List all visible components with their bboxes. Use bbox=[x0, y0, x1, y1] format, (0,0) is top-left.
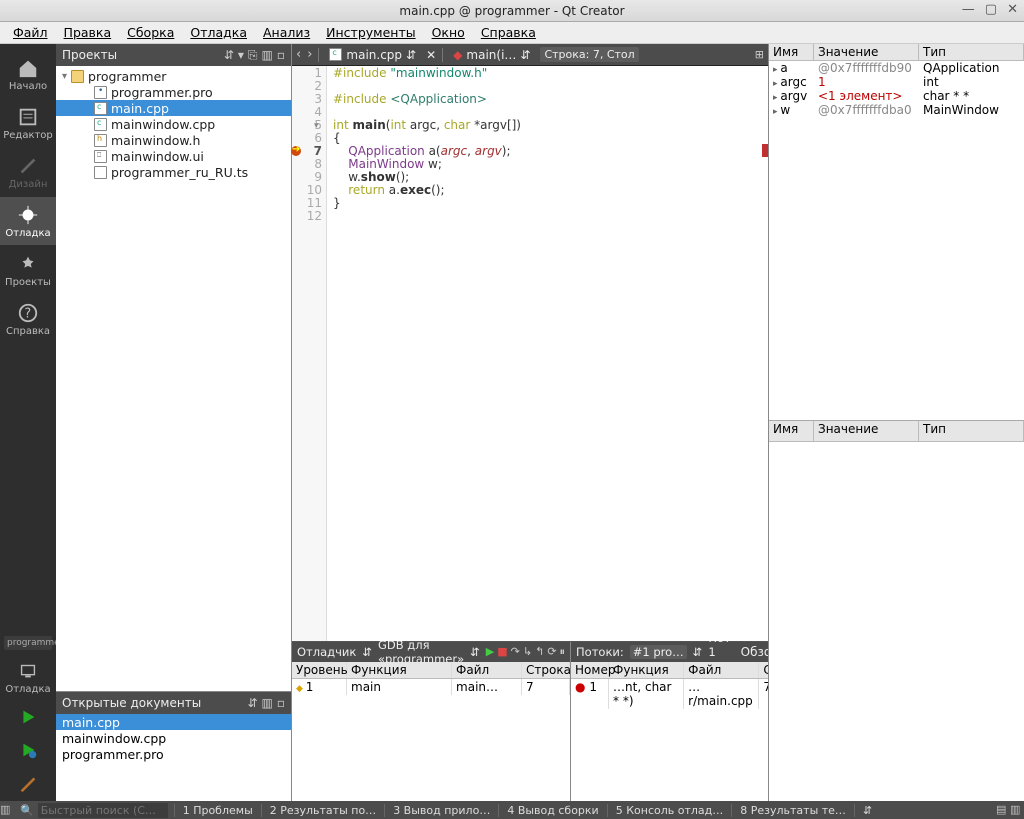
symbol-combo[interactable]: main(i… bbox=[466, 48, 516, 62]
mode-design: Дизайн bbox=[0, 148, 56, 196]
tree-item[interactable]: main.cpp bbox=[56, 100, 291, 116]
restart-icon[interactable]: ⟳ bbox=[547, 645, 556, 659]
mode-edit[interactable]: Редактор bbox=[0, 99, 56, 147]
tree-item[interactable]: mainwindow.ui bbox=[56, 148, 291, 164]
open-doc-item[interactable]: main.cpp bbox=[56, 714, 291, 730]
mode-debug[interactable]: Отладка bbox=[0, 197, 56, 245]
svg-text:?: ? bbox=[24, 307, 31, 322]
close-file-icon[interactable]: ✕ bbox=[426, 48, 436, 62]
stop-icon[interactable]: ■ bbox=[497, 645, 507, 659]
opendocs-title: Открытые документы bbox=[62, 696, 243, 710]
editor-filename[interactable]: main.cpp bbox=[346, 48, 402, 62]
build-button[interactable] bbox=[17, 768, 39, 800]
watch-header: ИмяЗначениеТип bbox=[769, 420, 1024, 442]
project-tree: ▾programmerprogrammer.promain.cppmainwin… bbox=[56, 66, 291, 691]
step-into-icon[interactable]: ↳ bbox=[523, 645, 532, 659]
status-test-results[interactable]: 8 Результаты те… bbox=[731, 804, 854, 817]
mode-help[interactable]: ?Справка bbox=[0, 295, 56, 343]
minimize-button[interactable]: — bbox=[962, 2, 975, 17]
debugger-label: Отладчик bbox=[297, 645, 356, 659]
status-build-output[interactable]: 4 Вывод сборки bbox=[498, 804, 606, 817]
status-problems[interactable]: 1 Проблемы bbox=[174, 804, 261, 817]
sidebar-toggle-icon[interactable]: ▥ bbox=[0, 803, 14, 817]
filter-icon[interactable]: ▾ bbox=[238, 48, 244, 62]
nav-back-icon[interactable]: ‹ bbox=[296, 47, 301, 62]
menu-analyze[interactable]: Анализ bbox=[256, 23, 317, 42]
sort-icon[interactable]: ⇵ bbox=[247, 696, 257, 710]
projects-title: Проекты bbox=[62, 48, 220, 62]
status-expand[interactable]: ⇵ bbox=[854, 804, 880, 817]
maximize-button[interactable]: ▢ bbox=[985, 2, 997, 17]
menu-bar: Файл Правка Сборка Отладка Анализ Инстру… bbox=[0, 22, 1024, 44]
locals-row[interactable]: w@0x7fffffffdba0MainWindow bbox=[769, 103, 1024, 117]
mode-welcome[interactable]: Начало bbox=[0, 50, 56, 98]
chevron-down-icon[interactable]: ⇵ bbox=[520, 48, 530, 62]
right-sidebar-icon[interactable]: ▥ bbox=[1010, 803, 1024, 817]
step-out-icon[interactable]: ↰ bbox=[535, 645, 544, 659]
menu-window[interactable]: Окно bbox=[425, 23, 472, 42]
menu-help[interactable]: Справка bbox=[474, 23, 543, 42]
continue-icon[interactable]: ▶ bbox=[486, 645, 494, 659]
tree-item[interactable]: programmer.pro bbox=[56, 84, 291, 100]
stack-header: УровеньФункцияФайлСтрока bbox=[292, 662, 570, 679]
debug-run-button[interactable] bbox=[17, 735, 39, 767]
quick-search-input[interactable] bbox=[38, 803, 168, 818]
file-icon bbox=[329, 48, 342, 61]
tree-item[interactable]: ▾programmer bbox=[56, 68, 291, 84]
locals-pane: ИмяЗначениеТип a@0x7fffffffdb90QApplicat… bbox=[768, 44, 1024, 801]
window-titlebar: main.cpp @ programmer - Qt Creator — ▢ ✕ bbox=[0, 0, 1024, 22]
threads-label: Потоки: bbox=[576, 645, 624, 659]
open-documents-list: main.cppmainwindow.cppprogrammer.pro bbox=[56, 714, 291, 801]
close-panel-icon[interactable]: ▫ bbox=[277, 48, 285, 62]
line-col-info[interactable]: Строка: 7, Стол bbox=[540, 47, 638, 62]
search-icon: 🔍 bbox=[20, 804, 34, 817]
progress-icon[interactable]: ▤ bbox=[996, 803, 1010, 817]
open-doc-item[interactable]: programmer.pro bbox=[56, 746, 291, 762]
link-icon[interactable]: ⎘ bbox=[248, 48, 258, 63]
error-scrollmark bbox=[762, 144, 768, 157]
menu-edit[interactable]: Правка bbox=[57, 23, 119, 42]
tree-item[interactable]: programmer_ru_RU.ts bbox=[56, 164, 291, 180]
open-doc-item[interactable]: mainwindow.cpp bbox=[56, 730, 291, 746]
breakpoint-row[interactable]: 1…nt, char * *)…r/main.cpp7 bbox=[571, 679, 799, 709]
locals-row[interactable]: argc1int bbox=[769, 75, 1024, 89]
run-button[interactable] bbox=[17, 702, 39, 734]
chevron-down-icon[interactable]: ⇵ bbox=[406, 48, 416, 62]
mode-projects[interactable]: Проекты bbox=[0, 246, 56, 294]
window-title: main.cpp @ programmer - Qt Creator bbox=[399, 4, 624, 18]
close-button[interactable]: ✕ bbox=[1007, 2, 1018, 17]
sort-icon[interactable]: ⇵ bbox=[224, 48, 234, 62]
split-icon[interactable]: ▥ bbox=[262, 48, 273, 62]
grid-icon[interactable]: ⊞ bbox=[755, 48, 764, 61]
run-target[interactable]: Отладка bbox=[0, 653, 56, 701]
status-debug-console[interactable]: 5 Консоль отлад… bbox=[607, 804, 732, 817]
stack-row[interactable]: 1mainmain…7 bbox=[292, 679, 570, 695]
breakpoints-header: НомерФункцияФайлСтрока bbox=[571, 662, 799, 679]
active-project-tag[interactable]: programmer bbox=[4, 636, 52, 650]
editor-header: ‹ › main.cpp⇵ ✕ ◆main(i…⇵ Строка: 7, Сто… bbox=[292, 44, 768, 66]
tree-item[interactable]: mainwindow.h bbox=[56, 132, 291, 148]
code-editor[interactable]: 12345▾6789101112 #include "mainwindow.h"… bbox=[292, 66, 768, 641]
locals-row[interactable]: argv<1 элемент>char * * bbox=[769, 89, 1024, 103]
mode-bar: Начало Редактор Дизайн Отладка Проекты ?… bbox=[0, 44, 56, 801]
locals-row[interactable]: a@0x7fffffffdb90QApplication bbox=[769, 61, 1024, 75]
split-icon[interactable]: ▥ bbox=[262, 696, 273, 710]
menu-build[interactable]: Сборка bbox=[120, 23, 181, 42]
status-search-results[interactable]: 2 Результаты по… bbox=[261, 804, 384, 817]
step-over-icon[interactable]: ↷ bbox=[511, 645, 520, 659]
pause-icon[interactable]: ⏸ bbox=[560, 645, 566, 659]
status-bar: ▥ 🔍 1 Проблемы 2 Результаты по… 3 Вывод … bbox=[0, 801, 1024, 819]
thread-selector[interactable]: #1 pro… bbox=[630, 645, 687, 659]
locals-header: ИмяЗначениеТип bbox=[769, 44, 1024, 61]
projects-sidebar: Проекты ⇵ ▾ ⎘ ▥ ▫ ▾programmerprogrammer.… bbox=[56, 44, 292, 801]
close-panel-icon[interactable]: ▫ bbox=[277, 696, 285, 710]
status-app-output[interactable]: 3 Вывод прило… bbox=[384, 804, 498, 817]
menu-file[interactable]: Файл bbox=[6, 23, 55, 42]
tree-item[interactable]: mainwindow.cpp bbox=[56, 116, 291, 132]
menu-debug[interactable]: Отладка bbox=[183, 23, 254, 42]
menu-tools[interactable]: Инструменты bbox=[319, 23, 422, 42]
nav-fwd-icon[interactable]: › bbox=[307, 47, 312, 62]
